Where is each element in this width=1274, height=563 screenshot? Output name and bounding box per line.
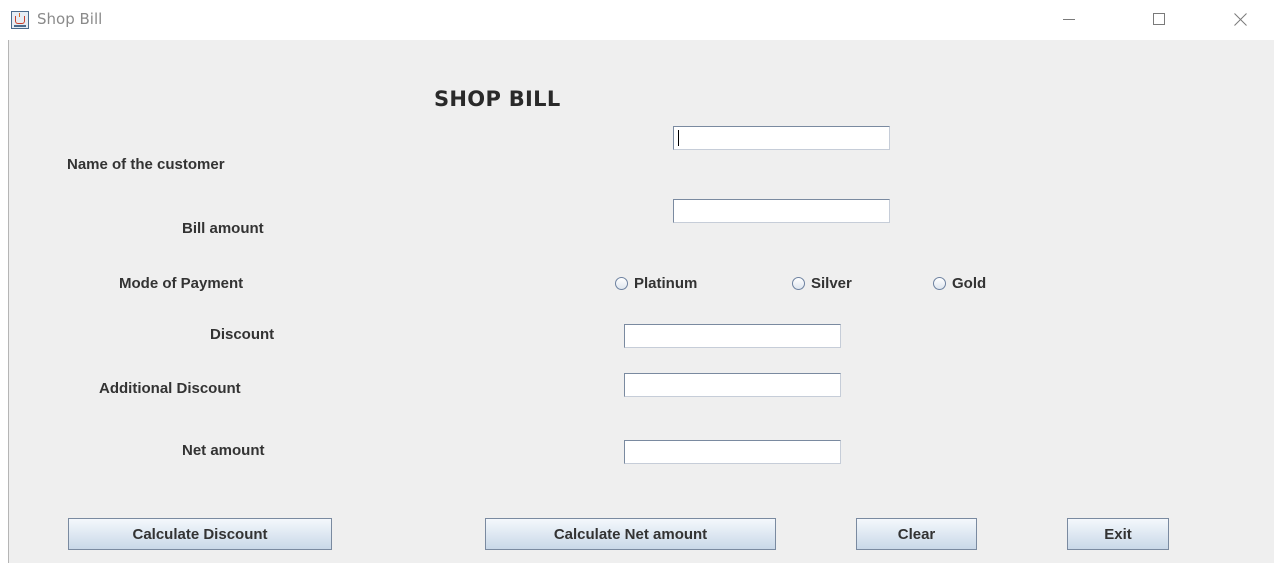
form-heading: SHOP BILL bbox=[434, 87, 561, 111]
bill-amount-label: Bill amount bbox=[182, 220, 264, 237]
radio-silver[interactable]: Silver bbox=[792, 273, 852, 293]
discount-label: Discount bbox=[210, 326, 275, 343]
title-bar[interactable]: Shop Bill bbox=[0, 0, 1274, 40]
calculate-net-amount-button[interactable]: Calculate Net amount bbox=[485, 518, 776, 550]
minimize-icon[interactable] bbox=[1046, 4, 1092, 36]
exit-button[interactable]: Exit bbox=[1067, 518, 1169, 550]
radio-unselected-icon[interactable] bbox=[933, 276, 946, 290]
customer-name-label: Name of the customer bbox=[67, 156, 225, 173]
mode-of-payment-label: Mode of Payment bbox=[119, 275, 244, 292]
customer-name-field[interactable] bbox=[673, 126, 890, 150]
discount-field[interactable] bbox=[624, 324, 841, 348]
text-caret bbox=[678, 130, 679, 146]
calculate-discount-button[interactable]: Calculate Discount bbox=[68, 518, 332, 550]
window-title: Shop Bill bbox=[37, 10, 103, 28]
net-amount-label: Net amount bbox=[182, 442, 265, 459]
net-amount-field[interactable] bbox=[624, 440, 841, 464]
radio-label: Platinum bbox=[634, 274, 698, 292]
java-coffee-cup-icon[interactable] bbox=[11, 11, 29, 29]
clear-button[interactable]: Clear bbox=[856, 518, 977, 550]
radio-label: Gold bbox=[952, 274, 987, 292]
radio-gold[interactable]: Gold bbox=[933, 273, 986, 293]
radio-unselected-icon[interactable] bbox=[615, 276, 628, 290]
maximize-icon[interactable] bbox=[1136, 4, 1182, 36]
additional-discount-label: Additional Discount bbox=[99, 380, 241, 397]
radio-unselected-icon[interactable] bbox=[792, 276, 805, 290]
radio-label: Silver bbox=[811, 274, 852, 292]
additional-discount-field[interactable] bbox=[624, 373, 841, 397]
bill-amount-field[interactable] bbox=[673, 199, 890, 223]
shop-bill-window: Shop Bill SHOP BILL Name of the customer… bbox=[0, 0, 1274, 563]
form-panel: SHOP BILL Name of the customer Bill amou… bbox=[8, 40, 1274, 563]
radio-platinum[interactable]: Platinum bbox=[615, 273, 697, 293]
close-icon[interactable] bbox=[1216, 4, 1262, 36]
